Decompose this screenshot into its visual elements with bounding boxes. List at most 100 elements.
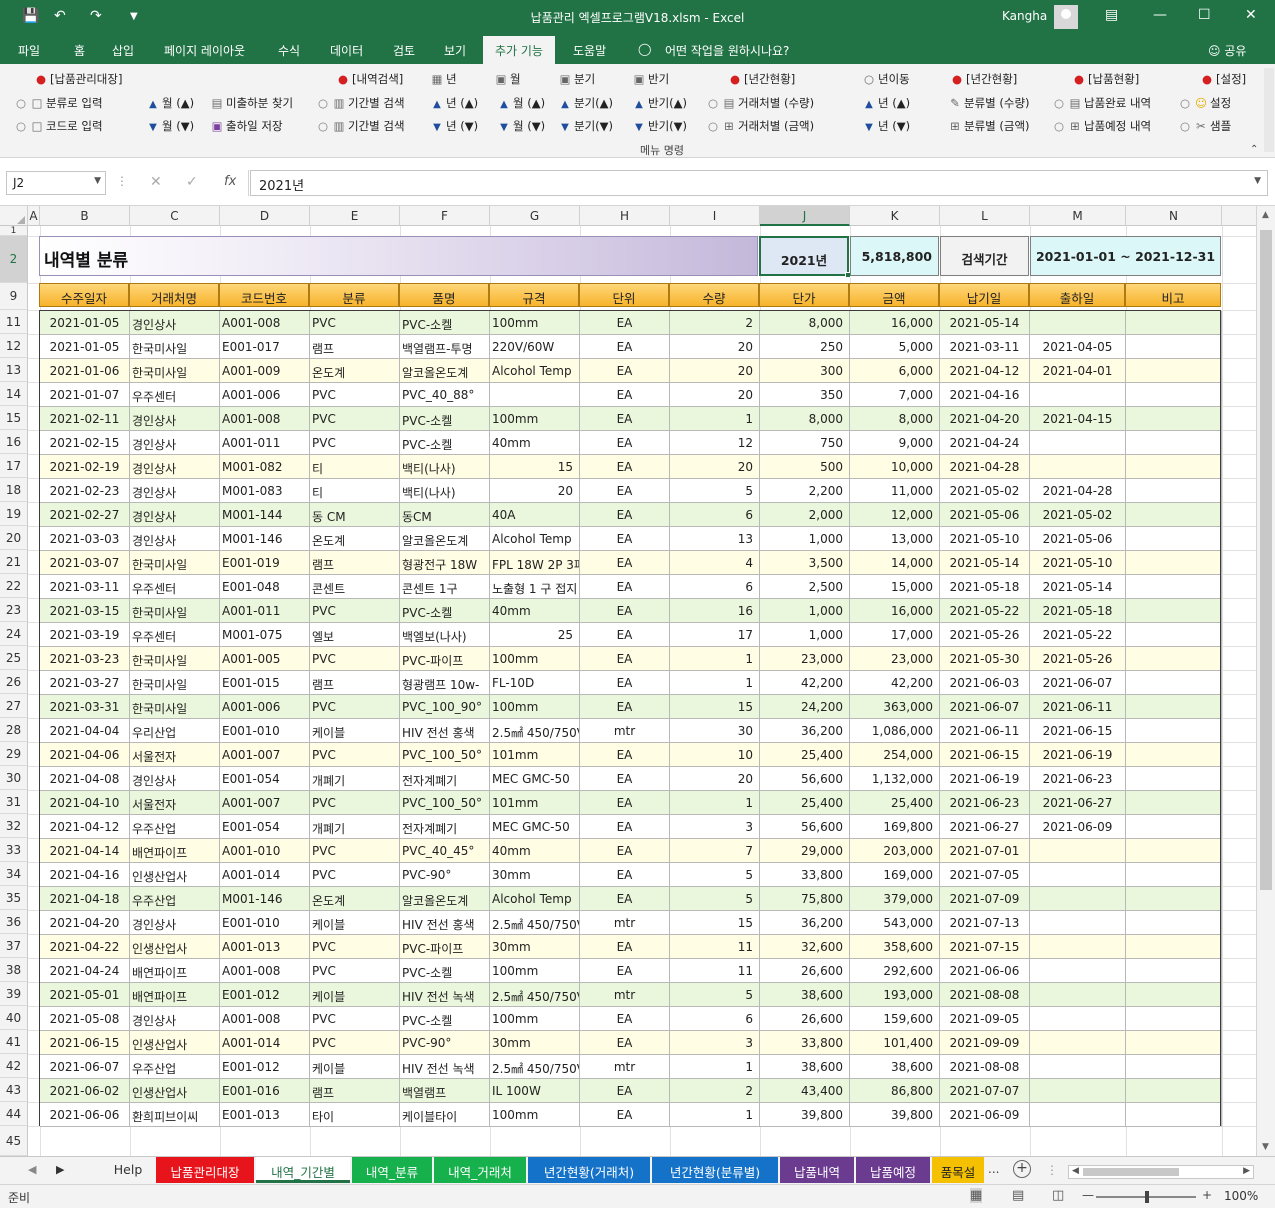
table-cell[interactable]: 39,800	[850, 1103, 940, 1127]
table-cell[interactable]: 169,000	[850, 863, 940, 887]
table-cell[interactable]: 2021-05-06	[1030, 527, 1126, 551]
table-cell[interactable]: PVC	[310, 695, 400, 719]
table-cell[interactable]: M001-082	[220, 455, 310, 479]
row-header-44[interactable]: 44	[0, 1102, 27, 1126]
table-cell[interactable]: 100mm	[490, 959, 580, 983]
table-cell[interactable]: 159,600	[850, 1007, 940, 1031]
table-cell[interactable]: 형광전구 18W	[400, 551, 490, 575]
table-cell[interactable]: 경인상사	[130, 479, 220, 503]
table-cell[interactable]: 32,600	[760, 935, 850, 959]
tell-me-search[interactable]: 어떤 작업을 원하시나요?	[665, 42, 789, 59]
table-cell[interactable]: 2021-05-10	[940, 527, 1030, 551]
table-cell[interactable]: 개폐기	[310, 815, 400, 839]
table-cell[interactable]: 한국미사일	[130, 671, 220, 695]
column-header-a[interactable]: A	[28, 206, 40, 226]
table-cell[interactable]: PVC	[310, 1007, 400, 1031]
table-cell[interactable]: 동CM	[400, 503, 490, 527]
row-header-20[interactable]: 20	[0, 526, 27, 550]
table-cell[interactable]: 2021-09-05	[940, 1007, 1030, 1031]
scroll-left-icon[interactable]: ◀	[1072, 1166, 1079, 1176]
table-cell[interactable]	[1030, 1103, 1126, 1127]
table-cell[interactable]: 2021-06-06	[40, 1103, 130, 1127]
table-cell[interactable]: mtr	[580, 911, 670, 935]
table-cell[interactable]: E001-013	[220, 1103, 310, 1127]
table-cell[interactable]: 2.5㎟ 450/750V	[490, 911, 580, 935]
row-header-30[interactable]: 30	[0, 766, 27, 790]
insert-function-icon[interactable]: fx	[224, 174, 236, 189]
table-cell[interactable]: E001-012	[220, 983, 310, 1007]
table-cell[interactable]: 환희피브이씨	[130, 1103, 220, 1127]
table-cell[interactable]: 100mm	[490, 647, 580, 671]
table-cell[interactable]: 42,200	[760, 671, 850, 695]
table-cell[interactable]: 543,000	[850, 911, 940, 935]
table-cell[interactable]: 우주센터	[130, 623, 220, 647]
table-cell[interactable]	[1126, 671, 1222, 695]
collapse-ribbon-icon[interactable]: ⌃	[1250, 144, 1258, 155]
table-cell[interactable]	[1126, 1055, 1222, 1079]
table-cell[interactable]	[1030, 1007, 1126, 1031]
row-header-23[interactable]: 23	[0, 598, 27, 622]
table-cell[interactable]: 2021-06-07	[1030, 671, 1126, 695]
table-cell[interactable]: 2021-04-24	[40, 959, 130, 983]
table-cell[interactable]: 우주산업	[130, 815, 220, 839]
table-cell[interactable]	[1126, 503, 1222, 527]
table-cell[interactable]: EA	[580, 767, 670, 791]
table-cell[interactable]: 경인상사	[130, 431, 220, 455]
table-cell[interactable]: EA	[580, 623, 670, 647]
table-cell[interactable]: 알코올온도계	[400, 887, 490, 911]
column-header-i[interactable]: I	[670, 206, 760, 226]
table-cell[interactable]	[1126, 1031, 1222, 1055]
ledger-button[interactable]: ● [납품관리대장]	[34, 71, 122, 87]
table-cell[interactable]: EA	[580, 695, 670, 719]
table-cell[interactable]: 2021-02-19	[40, 455, 130, 479]
table-cell[interactable]: EA	[580, 815, 670, 839]
table-cell[interactable]: A001-007	[220, 743, 310, 767]
table-cell[interactable]: 한국미사일	[130, 551, 220, 575]
table-cell[interactable]: 5	[670, 983, 760, 1007]
table-cell[interactable]: 티	[310, 479, 400, 503]
table-cell[interactable]: 2021-07-09	[940, 887, 1030, 911]
row-header-45[interactable]: 45	[0, 1126, 27, 1156]
table-cell[interactable]: EA	[580, 407, 670, 431]
month-down-button[interactable]: ▼ 월 (▼)	[146, 118, 194, 134]
table-cell[interactable]: 43,400	[760, 1079, 850, 1103]
table-cell[interactable]: 101mm	[490, 791, 580, 815]
row-header-25[interactable]: 25	[0, 646, 27, 670]
column-header-m[interactable]: M	[1030, 206, 1126, 226]
table-cell[interactable]: 26,600	[760, 959, 850, 983]
table-cell[interactable]: 온도계	[310, 887, 400, 911]
table-cell[interactable]: 서울전자	[130, 743, 220, 767]
table-cell[interactable]: 2021-01-07	[40, 383, 130, 407]
table-cell[interactable]: A001-007	[220, 791, 310, 815]
table-cell[interactable]: M001-146	[220, 887, 310, 911]
row-header-35[interactable]: 35	[0, 886, 27, 910]
quarter-up-button[interactable]: ▲ 분기(▲)	[558, 95, 613, 111]
table-cell[interactable]: 1	[670, 407, 760, 431]
table-cell[interactable]: 2,500	[760, 575, 850, 599]
table-cell[interactable]: 1,000	[760, 527, 850, 551]
quarter-button[interactable]: ▣ 분기	[558, 71, 596, 87]
table-cell[interactable]: 2021-03-03	[40, 527, 130, 551]
table-cell[interactable]: 20	[670, 767, 760, 791]
tab-file[interactable]: 파일	[18, 42, 40, 59]
column-header-c[interactable]: C	[130, 206, 220, 226]
year-move-button[interactable]: ○ 년이동	[862, 71, 910, 87]
table-cell[interactable]	[1030, 1055, 1126, 1079]
scroll-down-icon[interactable]: ▼	[1262, 1142, 1269, 1152]
table-cell[interactable]: 358,600	[850, 935, 940, 959]
table-cell[interactable]: 개폐기	[310, 767, 400, 791]
table-cell[interactable]	[1030, 935, 1126, 959]
table-cell[interactable]: 2021-04-01	[1030, 359, 1126, 383]
worksheet-grid[interactable]: 내역별 분류 2021년 5,818,800 검색기간 2021-01-01 ~…	[28, 226, 1256, 1156]
sheet-tab[interactable]: 품목설	[932, 1157, 984, 1183]
table-cell[interactable]: 38,600	[760, 983, 850, 1007]
zoom-slider-knob[interactable]	[1145, 1191, 1149, 1203]
table-cell[interactable]: 20	[670, 335, 760, 359]
category-amount-button[interactable]: ⊞ 분류별 (금액)	[948, 118, 1029, 134]
table-cell[interactable]: 2021-03-07	[40, 551, 130, 575]
sample-button[interactable]: ○ ✂ 샘플	[1178, 118, 1260, 134]
table-cell[interactable]: 2021-02-15	[40, 431, 130, 455]
table-cell[interactable]: 2021-06-03	[940, 671, 1030, 695]
table-cell[interactable]: EA	[580, 1103, 670, 1127]
month-up-button[interactable]: ▲ 월 (▲)	[146, 95, 194, 111]
